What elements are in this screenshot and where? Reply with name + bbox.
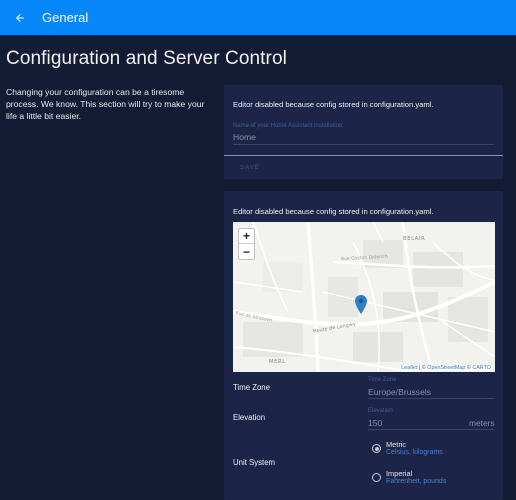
elevation-label: Elevation bbox=[233, 413, 266, 422]
name-field-label: Name of your Home Assistant installation bbox=[233, 123, 343, 129]
location-map[interactable]: BELAIR MERL Rue Caston Diderich Route de… bbox=[233, 222, 495, 372]
intro-text: Changing your configuration can be a tir… bbox=[6, 87, 205, 121]
map-zoom-control: + − bbox=[238, 228, 255, 260]
metric-radio[interactable] bbox=[372, 444, 381, 453]
app-toolbar: General bbox=[0, 0, 516, 35]
metric-option-title: Metric bbox=[386, 440, 407, 449]
location-config-card: Editor disabled because config stored in… bbox=[224, 191, 503, 500]
map-attribution: Leaflet | © OpenStreetMap © CARTO bbox=[400, 365, 492, 371]
name-input-underline bbox=[233, 144, 494, 145]
core-config-card: Editor disabled because config stored in… bbox=[224, 85, 503, 179]
imperial-option-title: Imperial bbox=[386, 469, 413, 478]
arrow-left-icon bbox=[16, 13, 24, 22]
zoom-in-button[interactable]: + bbox=[239, 229, 254, 244]
attribution-separator: | © bbox=[417, 365, 428, 371]
unit-system-label: Unit System bbox=[233, 458, 276, 467]
map-marker-icon[interactable] bbox=[355, 295, 367, 314]
imperial-option-subtitle: Fahrenheit, pounds bbox=[386, 478, 447, 485]
carto-link[interactable]: CARTO bbox=[472, 365, 491, 371]
card-divider bbox=[224, 155, 503, 156]
name-input[interactable]: Home bbox=[233, 132, 256, 142]
openstreetmap-link[interactable]: OpenStreetMap bbox=[427, 365, 465, 371]
elevation-unit-suffix: meters bbox=[469, 418, 495, 428]
elevation-underline bbox=[368, 429, 494, 430]
editor-disabled-notice: Editor disabled because config stored in… bbox=[233, 207, 434, 216]
save-button[interactable]: SAVE bbox=[240, 164, 259, 171]
back-button[interactable] bbox=[6, 4, 34, 32]
zoom-out-button[interactable]: − bbox=[239, 244, 254, 259]
imperial-radio[interactable] bbox=[372, 473, 381, 482]
page-title: Configuration and Server Control bbox=[6, 48, 287, 69]
time-zone-underline bbox=[368, 398, 494, 399]
metric-option-subtitle: Celsius, kilograms bbox=[386, 449, 443, 456]
toolbar-title: General bbox=[42, 10, 89, 25]
time-zone-label: Time Zone bbox=[233, 383, 270, 392]
elevation-field-label: Elevation bbox=[368, 408, 393, 414]
map-place-label-belair: BELAIR bbox=[403, 236, 426, 242]
time-zone-field-label: Time Zone bbox=[368, 377, 397, 383]
map-place-label-merl: MERL bbox=[269, 359, 286, 365]
leaflet-link[interactable]: Leaflet bbox=[401, 365, 417, 371]
editor-disabled-notice: Editor disabled because config stored in… bbox=[233, 100, 434, 109]
time-zone-input[interactable]: Europe/Brussels bbox=[368, 387, 431, 397]
elevation-input[interactable]: 150 bbox=[368, 418, 382, 428]
